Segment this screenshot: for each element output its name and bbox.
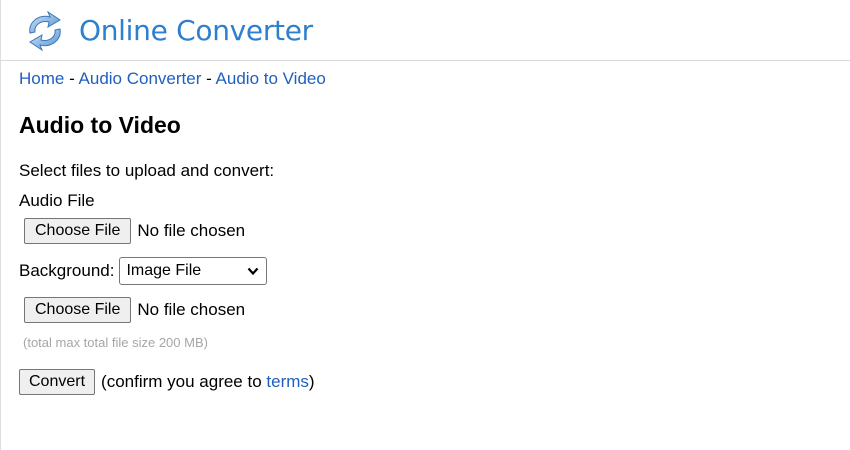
confirm-prefix: (confirm you agree to	[101, 372, 267, 391]
background-file-status: No file chosen	[137, 300, 246, 319]
breadcrumb-audio-converter-link[interactable]: Audio Converter	[79, 69, 202, 88]
breadcrumb-separator: -	[201, 69, 216, 88]
background-file-input: Choose File No file chosen	[24, 296, 245, 324]
page-title: Audio to Video	[19, 112, 181, 138]
site-header: Online Converter	[1, 0, 850, 61]
audio-choose-file-button[interactable]: Choose File	[24, 218, 132, 244]
confirm-suffix: )	[308, 372, 315, 391]
convert-button[interactable]: Convert	[19, 369, 96, 395]
convert-row: Convert (confirm you agree to terms)	[19, 368, 315, 396]
background-label: Background:	[19, 261, 115, 280]
audio-file-input: Choose File No file chosen	[24, 217, 245, 245]
audio-file-label: Audio File	[19, 191, 95, 210]
page: Online Converter Home - Audio Converter …	[0, 0, 850, 450]
background-row: Background: Image File	[19, 257, 268, 285]
breadcrumb: Home - Audio Converter - Audio to Video	[19, 68, 326, 90]
breadcrumb-audio-to-video-link[interactable]: Audio to Video	[216, 69, 326, 88]
site-title[interactable]: Online Converter	[79, 13, 313, 49]
background-select[interactable]: Image File	[119, 257, 268, 285]
size-limit-note: (total max total file size 200 MB)	[23, 335, 208, 350]
audio-file-status: No file chosen	[137, 221, 246, 240]
background-choose-file-button[interactable]: Choose File	[24, 297, 132, 323]
chevron-down-icon	[248, 267, 259, 276]
refresh-arrows-icon[interactable]	[24, 11, 66, 51]
instructions-text: Select files to upload and convert:	[19, 161, 275, 180]
background-select-value: Image File	[126, 262, 202, 279]
terms-link[interactable]: terms	[266, 372, 309, 391]
breadcrumb-home-link[interactable]: Home	[19, 69, 64, 88]
confirm-terms-text: (confirm you agree to terms)	[101, 372, 315, 392]
breadcrumb-separator: -	[64, 69, 79, 88]
